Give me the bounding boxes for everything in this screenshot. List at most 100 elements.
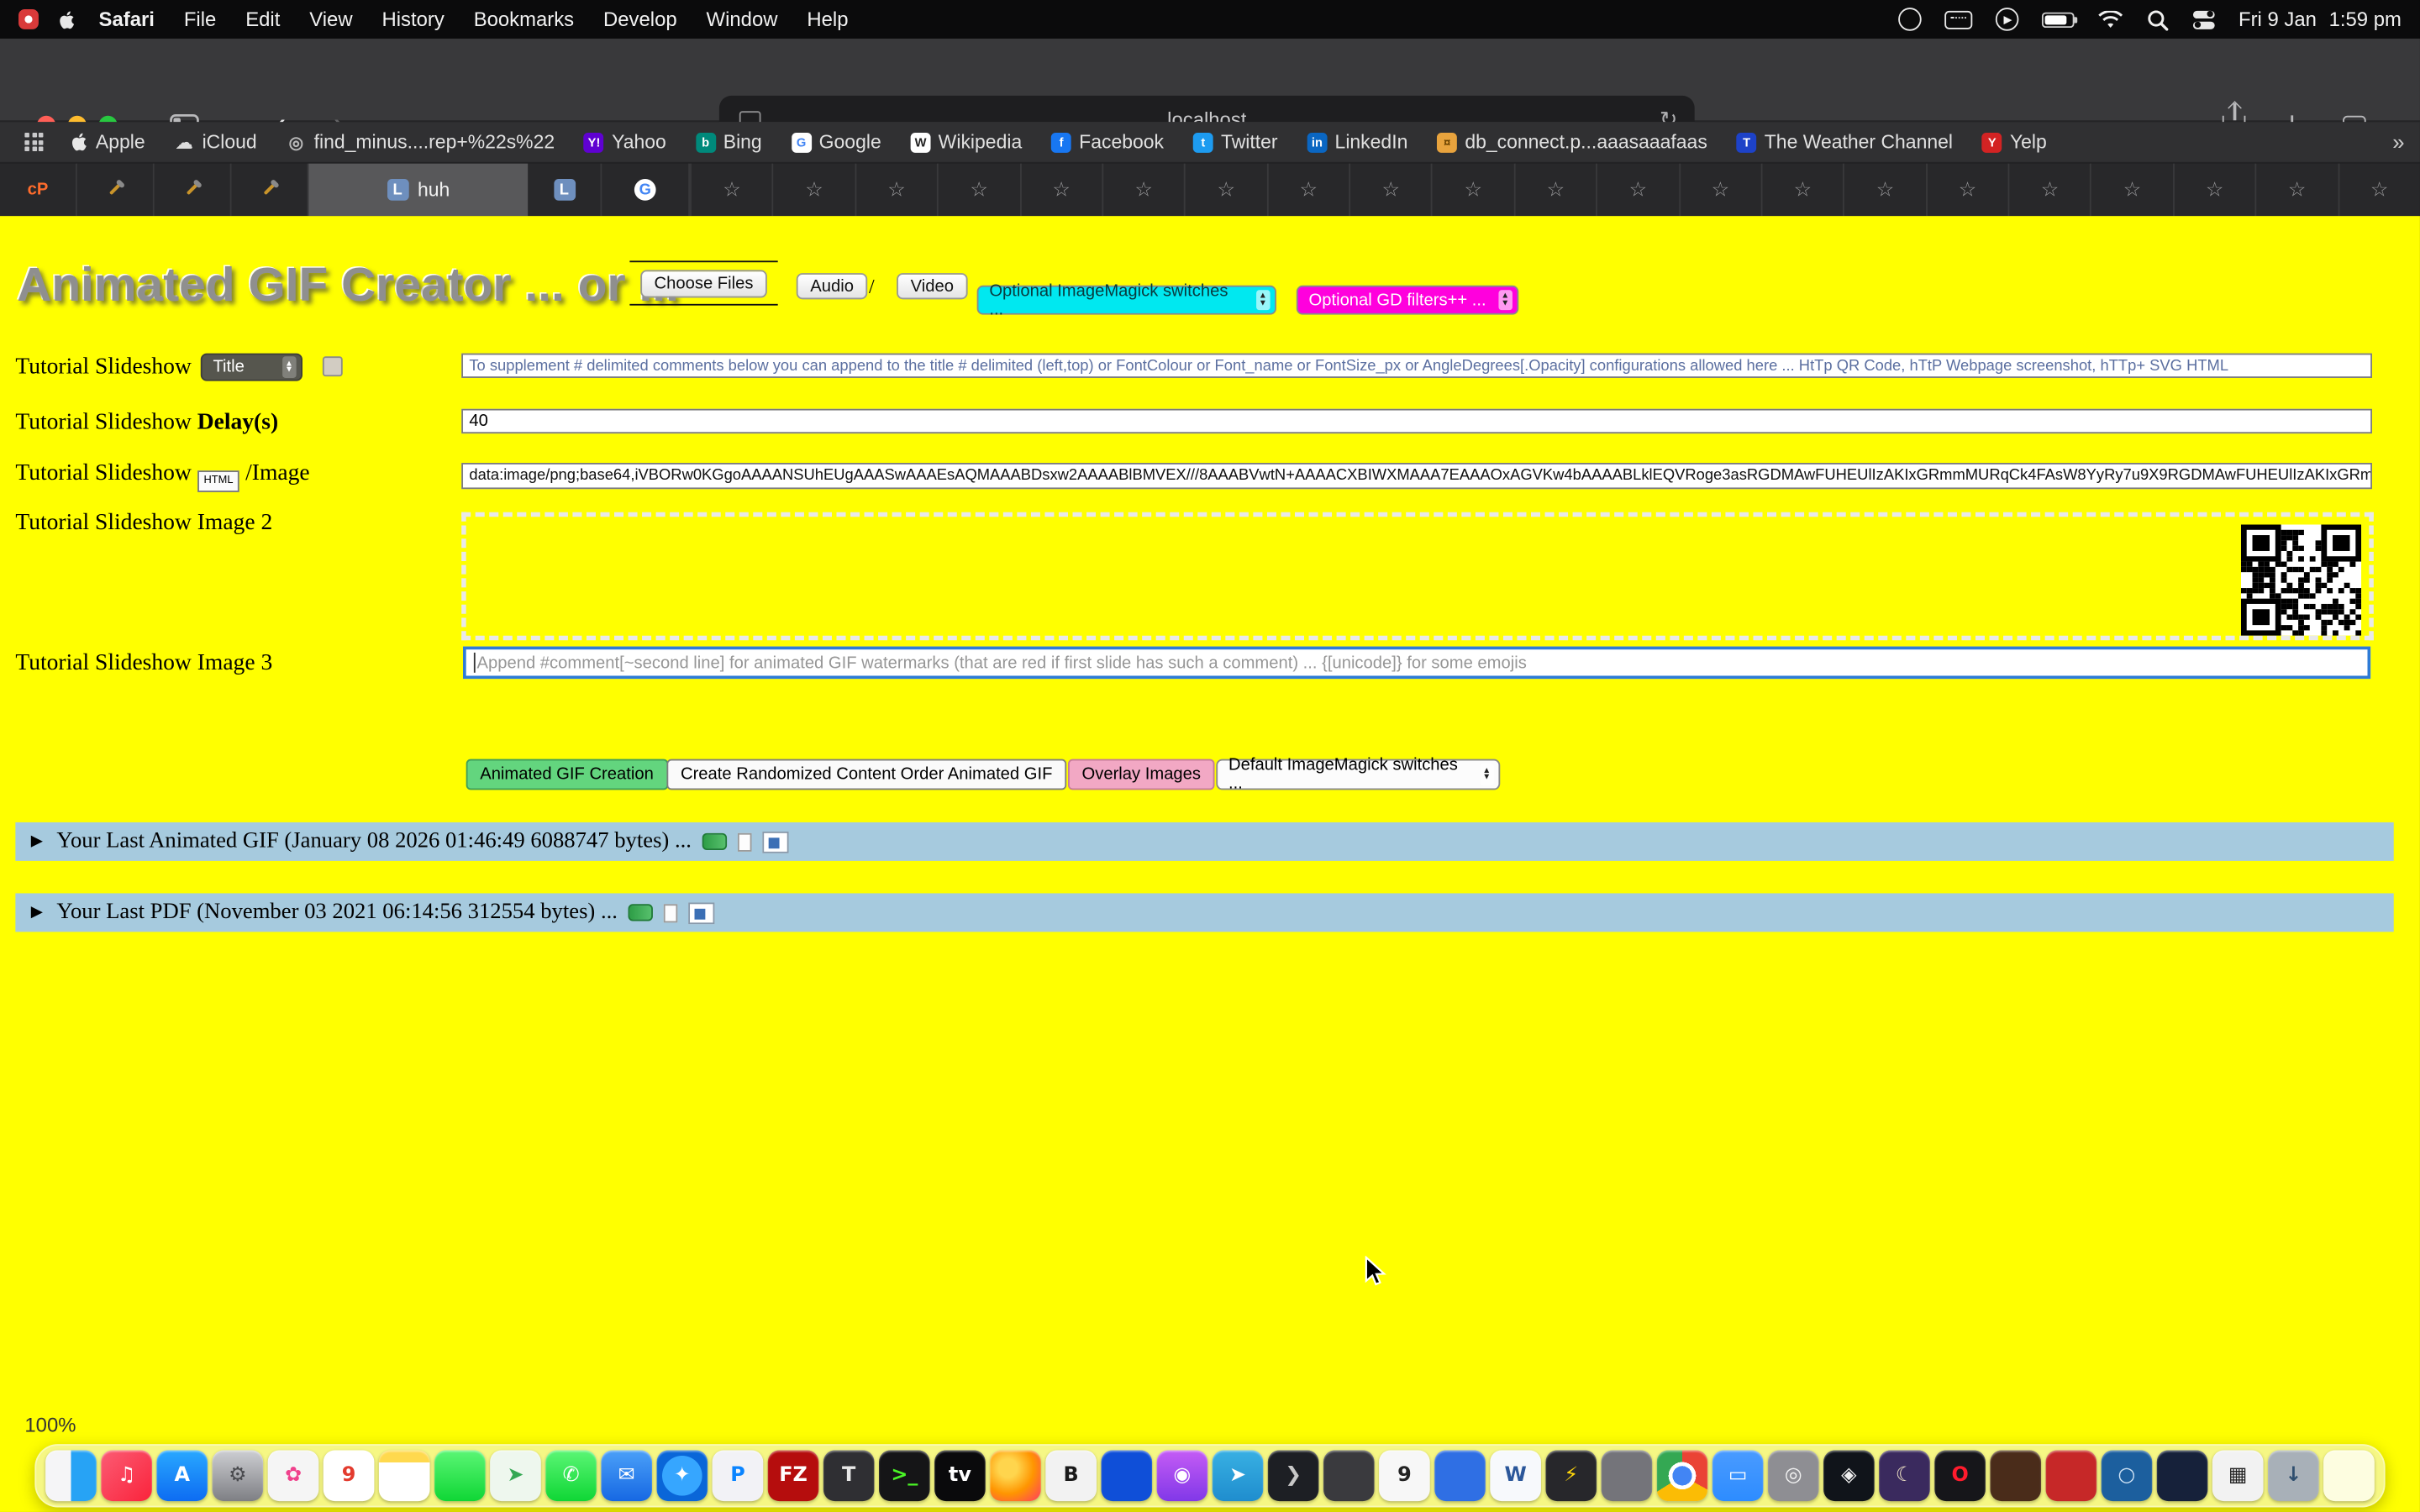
dock-icon-blue-app[interactable] bbox=[1101, 1450, 1152, 1501]
doc-icon[interactable] bbox=[738, 832, 752, 851]
apple-menu-icon[interactable] bbox=[54, 8, 77, 30]
dock-icon-red-app[interactable] bbox=[2046, 1450, 2097, 1501]
dock-icon-notes[interactable] bbox=[379, 1450, 430, 1501]
bookmark-item[interactable]: bBing bbox=[696, 131, 762, 153]
status-menu-icon[interactable] bbox=[1899, 8, 1923, 31]
last-animated-gif-bar[interactable]: ▶ Your Last Animated GIF (January 08 202… bbox=[15, 822, 2393, 861]
keyboard-icon[interactable] bbox=[1945, 10, 1973, 29]
dock-icon-facetime[interactable]: ✆ bbox=[545, 1450, 597, 1501]
star-tab[interactable]: ☆ bbox=[2338, 164, 2420, 216]
randomized-gif-button[interactable]: Create Randomized Content Order Animated… bbox=[666, 759, 1066, 790]
tab-huh[interactable]: L huh bbox=[308, 164, 528, 216]
bookmark-item[interactable]: ¤db_connect.p...aaasaaafaas bbox=[1437, 131, 1707, 153]
title-colour-well[interactable] bbox=[323, 356, 343, 376]
star-tab[interactable]: ☆ bbox=[937, 164, 1019, 216]
star-tab[interactable]: ☆ bbox=[1678, 164, 1760, 216]
dock-icon-bin[interactable] bbox=[2323, 1450, 2375, 1501]
star-tab[interactable]: ☆ bbox=[1019, 164, 1102, 216]
star-tab[interactable]: ☆ bbox=[1513, 164, 1596, 216]
bookmark-item[interactable]: fFacebook bbox=[1051, 131, 1164, 153]
delay-input[interactable]: 40 bbox=[461, 409, 2372, 433]
dock-icon-blue-app-2[interactable] bbox=[1434, 1450, 1486, 1501]
image-data-uri-input[interactable]: data:image/png;base64,iVBORw0KGgoAAAANSU… bbox=[461, 463, 2372, 489]
dock-icon-opera[interactable]: O bbox=[1934, 1450, 1986, 1501]
dock-icon-app-store[interactable]: A bbox=[156, 1450, 208, 1501]
video-button[interactable]: Video bbox=[897, 273, 967, 299]
dock-icon-night-app[interactable]: ☾ bbox=[1879, 1450, 1930, 1501]
dock-icon-terminal[interactable]: >_ bbox=[879, 1450, 930, 1501]
menu-bookmarks[interactable]: Bookmarks bbox=[474, 8, 574, 31]
bookmark-item[interactable]: Apple bbox=[68, 131, 145, 153]
dock-icon-telegram[interactable]: ➤ bbox=[1213, 1450, 1264, 1501]
dock-icon-qr-app[interactable]: ▦ bbox=[2212, 1450, 2264, 1501]
dock-icon-numbers-doc[interactable]: 9 bbox=[1379, 1450, 1430, 1501]
battery-icon[interactable] bbox=[2043, 12, 2075, 27]
dock-icon-finder[interactable] bbox=[45, 1450, 97, 1501]
pinned-tab-cpanel[interactable]: cP bbox=[0, 164, 77, 216]
image3-watermark-input[interactable]: Append #comment[~second line] for animat… bbox=[463, 647, 2370, 680]
star-tab[interactable]: ☆ bbox=[772, 164, 855, 216]
star-tab[interactable]: ☆ bbox=[1926, 164, 2008, 216]
bookmarks-overflow-icon[interactable]: » bbox=[2392, 129, 2404, 154]
bookmark-item[interactable]: TThe Weather Channel bbox=[1737, 131, 1953, 153]
dock-icon-globe-app[interactable]: ○ bbox=[2102, 1450, 2153, 1501]
menu-bar-date[interactable]: Fri 9 Jan bbox=[2238, 8, 2317, 31]
dock-icon-podcasts[interactable]: ◉ bbox=[1157, 1450, 1208, 1501]
dock-icon-maps[interactable]: ➤ bbox=[490, 1450, 541, 1501]
media-icon[interactable] bbox=[762, 831, 788, 853]
star-tab[interactable]: ☆ bbox=[1760, 164, 1843, 216]
dock-icon-filezilla[interactable]: FZ bbox=[768, 1450, 819, 1501]
tab-small[interactable]: L bbox=[528, 164, 602, 216]
wifi-icon[interactable] bbox=[2098, 10, 2124, 29]
dock-icon-photos[interactable]: ✿ bbox=[268, 1450, 319, 1501]
dock-icon-gray-app[interactable] bbox=[1602, 1450, 1653, 1501]
disclosure-triangle-icon[interactable]: ▶ bbox=[31, 904, 43, 921]
bookmark-item[interactable]: tTwitter bbox=[1193, 131, 1278, 153]
dock-icon-navy-app[interactable] bbox=[2157, 1450, 2208, 1501]
bookmark-item[interactable]: GGoogle bbox=[792, 131, 881, 153]
dock-icon-bbedit[interactable]: B bbox=[1045, 1450, 1097, 1501]
star-tab[interactable]: ☆ bbox=[1266, 164, 1349, 216]
default-imagemagick-select[interactable]: Default ImageMagick switches ...▲▼ bbox=[1216, 759, 1500, 790]
gd-filters-select[interactable]: Optional GD filters++ ...▲▼ bbox=[1297, 286, 1518, 315]
dock-icon-mail[interactable]: ✉ bbox=[601, 1450, 652, 1501]
star-tab[interactable]: ☆ bbox=[690, 164, 772, 216]
star-tab[interactable]: ☆ bbox=[1596, 164, 1678, 216]
menu-file[interactable]: File bbox=[184, 8, 216, 31]
last-pdf-bar[interactable]: ▶ Your Last PDF (November 03 2021 06:14:… bbox=[15, 893, 2393, 932]
dock-icon-firefox[interactable] bbox=[990, 1450, 1041, 1501]
zoom-indicator[interactable]: 100% bbox=[24, 1413, 76, 1436]
dock-icon-preview[interactable]: P bbox=[713, 1450, 764, 1501]
star-tab[interactable]: ☆ bbox=[2091, 164, 2173, 216]
choose-files-button[interactable]: Choose Files bbox=[640, 270, 767, 297]
dock-icon-safari[interactable]: ✦ bbox=[657, 1450, 708, 1501]
bookmarks-grid-icon[interactable] bbox=[24, 133, 43, 151]
audio-button[interactable]: Audio bbox=[797, 273, 868, 299]
control-center-icon[interactable] bbox=[2192, 8, 2216, 31]
dock-icon-dark-app[interactable] bbox=[1323, 1450, 1375, 1501]
dock-icon-compass-app[interactable]: ◎ bbox=[1768, 1450, 1819, 1501]
dock-icon-messages[interactable] bbox=[434, 1450, 486, 1501]
dock-icon-zoom[interactable]: ▭ bbox=[1712, 1450, 1764, 1501]
dock-icon-github[interactable]: ◈ bbox=[1823, 1450, 1875, 1501]
pinned-tab-tool-2[interactable] bbox=[155, 164, 232, 216]
tab-google[interactable]: G bbox=[602, 164, 690, 216]
dock-icon-chrome[interactable] bbox=[1657, 1450, 1708, 1501]
disclosure-triangle-icon[interactable]: ▶ bbox=[31, 833, 43, 850]
dock-icon-music[interactable]: ♫ bbox=[101, 1450, 152, 1501]
imagemagick-switches-select[interactable]: Optional ImageMagick switches ...▲▼ bbox=[977, 286, 1276, 315]
star-tab[interactable]: ☆ bbox=[1349, 164, 1431, 216]
dock-icon-downloads[interactable]: ↓ bbox=[2268, 1450, 2319, 1501]
dock-icon-system-settings[interactable]: ⚙ bbox=[213, 1450, 264, 1501]
dock-icon-bolt-app[interactable]: ⚡ bbox=[1545, 1450, 1597, 1501]
dock-icon-textedit[interactable]: T bbox=[823, 1450, 875, 1501]
menu-view[interactable]: View bbox=[309, 8, 352, 31]
dock-icon-calendar[interactable]: 9 bbox=[324, 1450, 375, 1501]
star-tab[interactable]: ☆ bbox=[1431, 164, 1513, 216]
menu-safari[interactable]: Safari bbox=[99, 8, 155, 31]
bookmark-item[interactable]: ◎find_minus....rep+%22s%22 bbox=[287, 131, 555, 153]
star-tab[interactable]: ☆ bbox=[2255, 164, 2338, 216]
animated-gif-creation-button[interactable]: Animated GIF Creation bbox=[466, 759, 668, 790]
overlay-images-button[interactable]: Overlay Images bbox=[1068, 759, 1215, 790]
dock-icon-tv[interactable]: tv bbox=[934, 1450, 986, 1501]
